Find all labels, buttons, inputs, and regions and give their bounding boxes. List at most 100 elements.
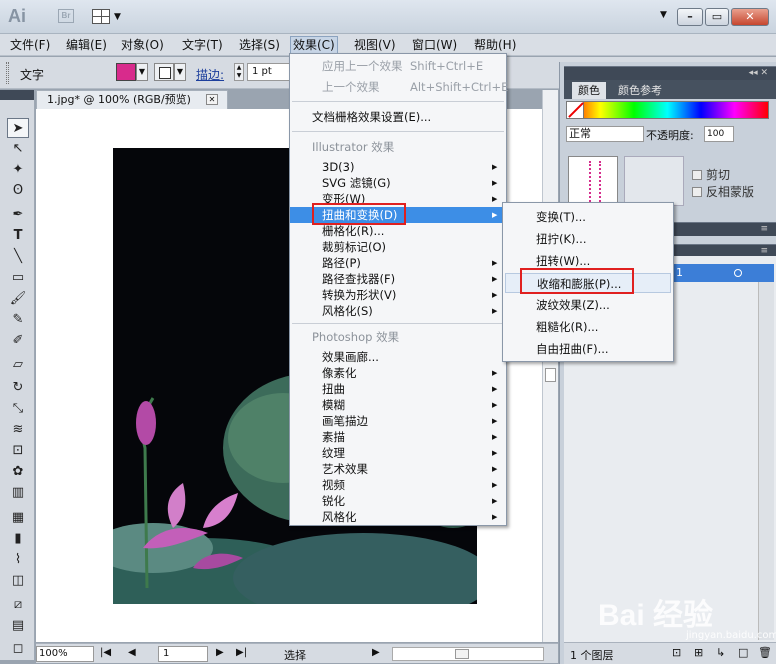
type-icon[interactable]: T [7, 226, 29, 246]
zoom-select[interactable]: 100% [36, 646, 94, 662]
menu-svg-filters[interactable]: SVG 滤镜(G) ▶ [290, 175, 506, 191]
menu-window[interactable]: 窗口(W) [410, 37, 459, 53]
menu-ps-stylize[interactable]: 风格化 ▶ [290, 509, 506, 525]
fill-color-swatch[interactable] [116, 63, 136, 81]
menu-view[interactable]: 视图(V) [352, 37, 398, 53]
last-page-icon[interactable]: ▶| [236, 647, 247, 658]
scale-icon[interactable]: ⤡ [7, 399, 29, 419]
tab-color-guide[interactable]: 颜色参考 [612, 82, 668, 99]
menu-blur[interactable]: 模糊 ▶ [290, 397, 506, 413]
prev-page-icon[interactable]: ◀ [128, 647, 136, 658]
menu-sketch[interactable]: 素描 ▶ [290, 429, 506, 445]
menu-brush-strokes[interactable]: 画笔描边 ▶ [290, 413, 506, 429]
menu-distort[interactable]: 扭曲 ▶ [290, 381, 506, 397]
submenu-tweak[interactable]: 扭拧(K)... [503, 229, 673, 249]
none-color-icon[interactable] [566, 101, 584, 119]
menu-crop-marks[interactable]: 裁剪标记(O) [290, 239, 506, 255]
screen-mode-icon[interactable]: ◻ [7, 639, 29, 659]
eyedropper-icon[interactable]: ⌇ [7, 550, 29, 570]
status-menu-icon[interactable]: ▶ [372, 647, 380, 658]
status-tool-label[interactable]: 选择 [284, 647, 306, 663]
submenu-transform[interactable]: 变换(T)... [503, 207, 673, 227]
menu-effect[interactable]: 效果(C) [290, 36, 338, 54]
menu-video[interactable]: 视频 ▶ [290, 477, 506, 493]
clipping-mask-icon[interactable]: ⊞ [694, 646, 703, 659]
minimize-button[interactable]: – [677, 8, 703, 26]
symbol-sprayer-icon[interactable]: ✿ [7, 462, 29, 482]
next-page-icon[interactable]: ▶ [216, 647, 224, 658]
rectangle-icon[interactable]: ▭ [7, 268, 29, 288]
stroke-weight-input[interactable]: 1 pt [247, 63, 291, 81]
pen-icon[interactable]: ✒ [7, 205, 29, 225]
color-spectrum[interactable] [566, 101, 769, 119]
menu-pixelate[interactable]: 像素化 ▶ [290, 365, 506, 381]
menu-rasterize[interactable]: 栅格化(R)... [290, 223, 506, 239]
layer-target-icon[interactable] [734, 269, 742, 277]
close-icon[interactable]: ✕ [206, 94, 218, 105]
lasso-icon[interactable]: ʘ [7, 181, 29, 201]
first-page-icon[interactable]: |◀ [100, 647, 111, 658]
opacity-input[interactable]: 100 [704, 126, 734, 142]
layers-scrollbar[interactable] [758, 282, 774, 640]
page-select[interactable]: 1 [158, 646, 208, 662]
menu-pathfinder[interactable]: 路径查找器(F) ▶ [290, 271, 506, 287]
menu-texture[interactable]: 纹理 ▶ [290, 445, 506, 461]
direct-selection-icon[interactable]: ↖ [7, 139, 29, 159]
graph-icon[interactable]: ▥ [7, 483, 29, 503]
submenu-zig-zag[interactable]: 波纹效果(Z)... [503, 295, 673, 315]
menu-edit[interactable]: 编辑(E) [64, 37, 109, 53]
horizontal-scrollbar[interactable] [392, 647, 544, 661]
trash-icon[interactable]: 🗑 [758, 646, 772, 659]
warp-icon[interactable]: ≋ [7, 420, 29, 440]
menu-file[interactable]: 文件(F) [8, 37, 52, 53]
line-icon[interactable]: ╲ [7, 247, 29, 267]
menu-3d[interactable]: 3D(3) ▶ [290, 159, 506, 175]
blend-mode-select[interactable]: 正常 [566, 126, 644, 142]
clip-checkbox[interactable] [692, 170, 702, 180]
menu-object[interactable]: 对象(O) [119, 37, 166, 53]
stroke-dropdown[interactable]: ▼ [174, 63, 186, 81]
layer-row[interactable]: 1 [672, 264, 774, 282]
slice-icon[interactable]: ⧄ [7, 595, 29, 615]
mask-thumbnail[interactable] [624, 156, 684, 206]
menu-help[interactable]: 帮助(H) [472, 37, 518, 53]
menu-sharpen[interactable]: 锐化 ▶ [290, 493, 506, 509]
new-sublayer-icon[interactable]: ↳ [716, 646, 725, 659]
graph-bars-icon[interactable]: ▤ [7, 616, 29, 636]
invert-mask-checkbox[interactable] [692, 187, 702, 197]
fill-dropdown[interactable]: ▼ [136, 63, 148, 81]
panel-header[interactable]: ◂◂ ✕ [564, 66, 776, 80]
menu-effect-gallery[interactable]: 效果画廊... [290, 349, 506, 365]
menu-convert-to-shape[interactable]: 转换为形状(V) ▶ [290, 287, 506, 303]
menu-path[interactable]: 路径(P) ▶ [290, 255, 506, 271]
menu-raster-settings[interactable]: 文档栅格效果设置(E)... [290, 109, 506, 125]
document-tab[interactable]: 1.jpg* @ 100% (RGB/预览) [36, 90, 228, 109]
new-layer-icon[interactable]: □ [738, 646, 748, 659]
selection-icon[interactable]: ➤ [7, 118, 29, 138]
maximize-button[interactable]: ▭ [705, 8, 729, 26]
workspace-switcher[interactable]: ▼ [660, 10, 667, 20]
free-transform-icon[interactable]: ⊡ [7, 441, 29, 461]
gradient-icon[interactable]: ▮ [7, 529, 29, 549]
scroll-thumb[interactable] [455, 649, 469, 659]
blob-brush-icon[interactable]: ✐ [7, 331, 29, 351]
menu-stylize[interactable]: 风格化(S) ▶ [290, 303, 506, 319]
locate-object-icon[interactable]: ⊡ [672, 646, 681, 659]
stroke-color-swatch[interactable] [154, 63, 174, 81]
magic-wand-icon[interactable]: ✦ [7, 160, 29, 180]
pencil-icon[interactable]: ✎ [7, 310, 29, 330]
paintbrush-icon[interactable]: 🖌 [7, 289, 29, 309]
blend-icon[interactable]: ◫ [7, 571, 29, 591]
eraser-icon[interactable]: ▱ [7, 355, 29, 375]
menu-select[interactable]: 选择(S) [237, 37, 282, 53]
submenu-roughen[interactable]: 粗糙化(R)... [503, 317, 673, 337]
submenu-free-distort[interactable]: 自由扭曲(F)... [503, 339, 673, 359]
arrange-documents-button[interactable]: ▼ [92, 9, 124, 25]
tab-color[interactable]: 颜色 [572, 82, 606, 99]
rotate-icon[interactable]: ↻ [7, 378, 29, 398]
stroke-weight-spinner[interactable]: ▲ ▼ [234, 63, 244, 81]
bridge-button[interactable]: Br [58, 9, 74, 23]
menu-artistic[interactable]: 艺术效果 ▶ [290, 461, 506, 477]
vertical-scrollbar[interactable] [542, 90, 558, 642]
menu-type[interactable]: 文字(T) [180, 37, 225, 53]
